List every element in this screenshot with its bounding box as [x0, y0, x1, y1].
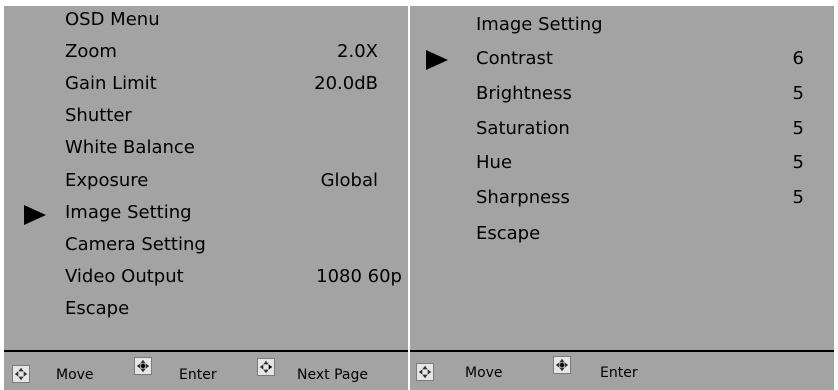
image-setting-panel: Image Setting Contrast 6 Brightness 5 Sa… [410, 6, 834, 390]
menu-item-label: Saturation [476, 118, 570, 139]
menu-item-label: Image Setting [65, 202, 192, 223]
move-arrows-icon [416, 363, 434, 381]
footer-divider [4, 350, 408, 352]
menu-title: OSD Menu [65, 9, 160, 30]
menu-item-value: 2.0X [337, 41, 378, 62]
move-arrows-icon [12, 365, 30, 383]
menu-item-label: White Balance [65, 137, 195, 158]
menu-item-label: Hue [476, 152, 513, 173]
footer-enter-label: Enter [600, 365, 638, 381]
menu-item-value: Global [320, 170, 378, 191]
menu-item-label: Escape [65, 298, 130, 319]
menu-item-label: Sharpness [476, 187, 570, 208]
menu-item-label: Video Output [65, 266, 184, 287]
footer-enter-label: Enter [179, 367, 217, 383]
menu-item-value: 5 [792, 152, 804, 173]
menu-item-label: Camera Setting [65, 234, 206, 255]
menu-item-value: 1080 60p [316, 266, 402, 287]
selection-arrow-icon [426, 50, 448, 70]
menu-item-value: 20.0dB [314, 73, 378, 94]
osd-menu-panel: OSD Menu Zoom 2.0X Gain Limit 20.0dB Shu… [4, 6, 408, 390]
menu-item-label: Shutter [65, 105, 132, 126]
menu-item-label: Zoom [65, 41, 117, 62]
menu-item-value: 6 [792, 48, 804, 69]
menu-item-label: Contrast [476, 48, 553, 69]
enter-arrows-icon [134, 357, 152, 375]
footer-next-page-label: Next Page [297, 367, 368, 383]
next-page-arrows-icon [257, 358, 275, 376]
menu-item-label: Brightness [476, 83, 572, 104]
footer-move-label: Move [465, 365, 503, 381]
selection-arrow-icon [24, 205, 46, 225]
menu-item-label: Gain Limit [65, 73, 157, 94]
menu-item-label: Exposure [65, 170, 149, 191]
menu-item-label: Escape [476, 223, 541, 244]
enter-arrows-icon [553, 356, 571, 374]
menu-item-value: 5 [792, 118, 804, 139]
menu-title: Image Setting [476, 14, 603, 35]
footer-move-label: Move [56, 367, 94, 383]
menu-item-value: 5 [792, 83, 804, 104]
footer-divider [410, 350, 834, 352]
menu-item-value: 5 [792, 187, 804, 208]
